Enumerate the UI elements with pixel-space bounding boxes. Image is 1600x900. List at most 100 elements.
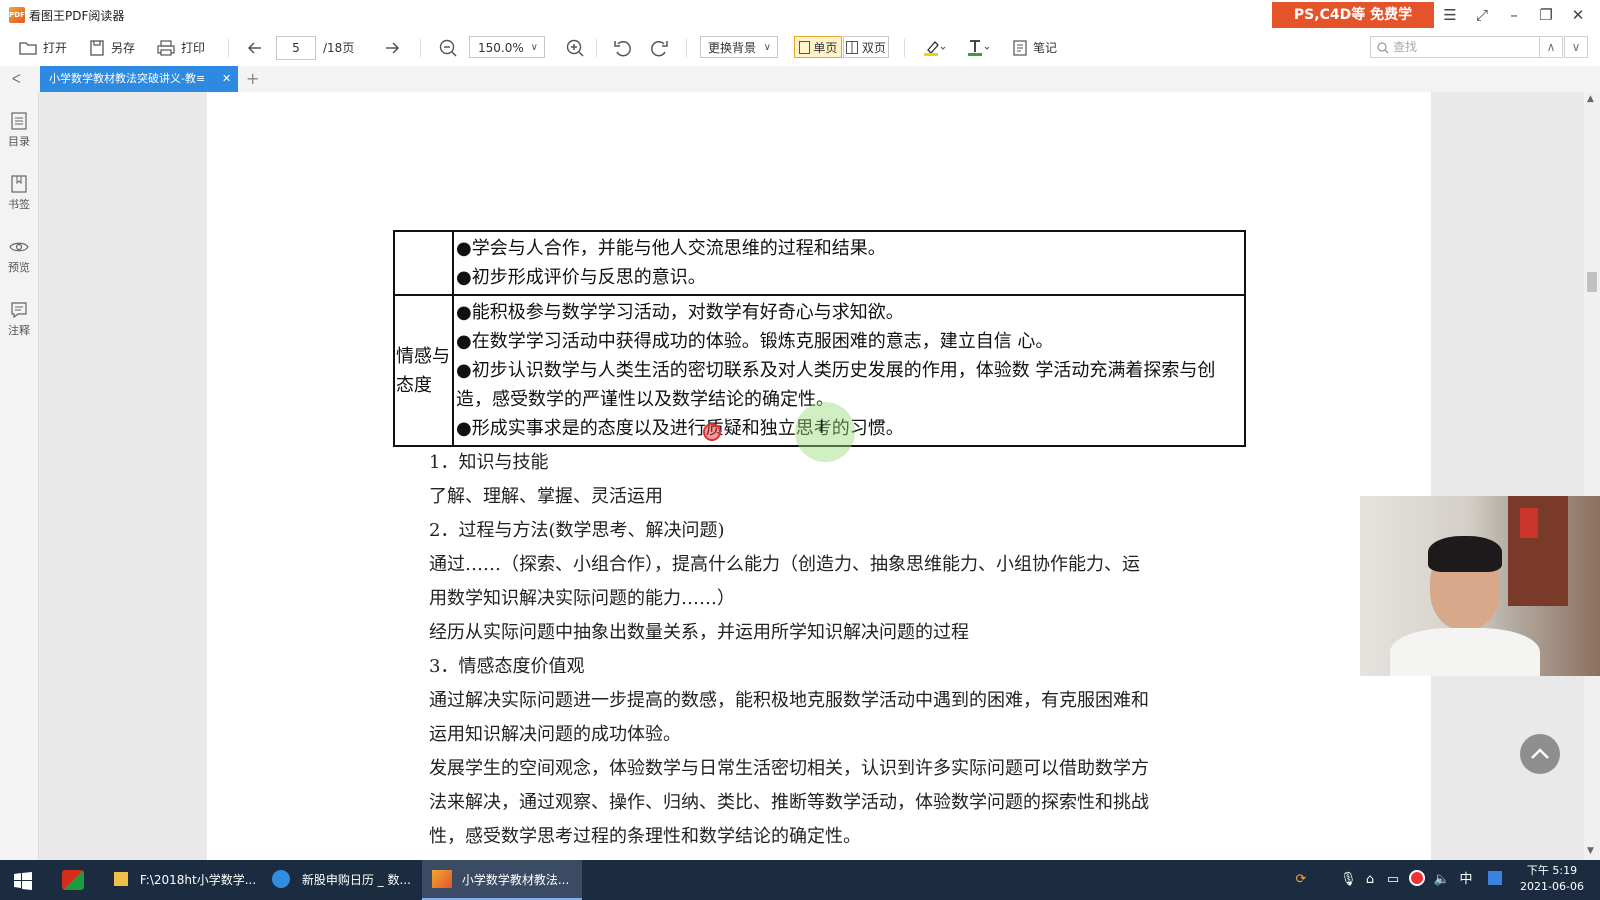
scroll-thumb[interactable] (1587, 272, 1597, 292)
new-tab-icon[interactable]: + (246, 66, 259, 92)
open-button[interactable]: 打开 (18, 36, 67, 60)
tab-document[interactable]: 小学数学教材教法突破讲义-教≡ (40, 66, 238, 92)
taskbar: F:\2018ht小学数学... 新股申购日历 _ 数... 小学数学教材教法.… (0, 860, 1600, 900)
browser-icon (272, 870, 290, 888)
double-page-view-button[interactable]: 双页 (843, 36, 889, 58)
highlight-button[interactable] (922, 36, 946, 60)
chevron-down-icon: ∨ (530, 42, 538, 53)
paragraph: 了解、理解、掌握、灵活运用 (429, 486, 663, 507)
divider (228, 39, 229, 57)
search-icon (1377, 42, 1389, 54)
double-page-icon (846, 41, 859, 54)
table-row: ●学会与人合作，并能与他人交流思维的过程和结果。 ●初步形成评价与反思的意识。 (393, 230, 1246, 296)
paragraph: 法来解决，通过观察、操作、归纳、类比、推断等数学活动，体验数学问题的探索性和挑战 (429, 792, 1149, 813)
network-icon[interactable]: ▭ (1384, 860, 1402, 900)
paragraph: 通过……（探索、小组合作），提高什么能力（创造力、抽象思维能力、小组协作能力、运 (429, 554, 1140, 575)
tray-app-icon[interactable]: ⟳ (1292, 860, 1310, 900)
print-button[interactable]: 打印 (156, 36, 205, 60)
zoom-in-button[interactable] (565, 36, 585, 60)
double-page-label: 双页 (861, 41, 886, 55)
taskbar-item-browser[interactable]: 新股申购日历 _ 数... (264, 860, 411, 900)
background-select[interactable]: 更换背景 ∨ (700, 36, 778, 58)
minimize-icon[interactable]: – (1502, 4, 1526, 26)
rotate-left-button[interactable] (612, 36, 634, 60)
note-label: 笔记 (1033, 41, 1058, 55)
bullet-line: ●学会与人合作，并能与他人交流思维的过程和结果。 (456, 238, 886, 259)
bullet-line: ●初步形成评价与反思的意识。 (456, 267, 706, 288)
taskbar-item-label: 新股申购日历 _ 数... (301, 873, 411, 887)
sidebar-item-label: 目录 (8, 135, 30, 148)
windows-icon (14, 872, 32, 890)
body-text: 1．知识与技能 了解、理解、掌握、灵活运用 2．过程与方法(数学思考、解决问题)… (429, 446, 1229, 854)
divider (420, 39, 421, 57)
sidebar-item-toc[interactable]: 目录 (0, 112, 38, 149)
volume-icon[interactable]: 🔈 (1432, 860, 1452, 900)
scroll-down-icon[interactable]: ▼ (1587, 846, 1594, 856)
search-field[interactable]: 查找 (1370, 36, 1540, 58)
cursor-highlight (795, 402, 855, 462)
rotate-left-icon (614, 40, 631, 57)
sidebar-item-bookmarks[interactable]: 书签 (0, 175, 38, 212)
taskbar-item-label: F:\2018ht小学数学... (139, 873, 257, 887)
zoom-out-button[interactable] (438, 36, 458, 60)
start-button[interactable] (14, 872, 32, 890)
note-button[interactable]: 笔记 (1012, 36, 1057, 60)
paragraph: 2．过程与方法(数学思考、解决问题) (429, 520, 725, 541)
input-method-icon[interactable] (1486, 860, 1504, 900)
left-sidebar: 目录 书签 预览 注释 (0, 92, 39, 860)
tab-label: 小学数学教材教法突破讲义-教≡ (49, 72, 206, 85)
total-pages: /18页 (323, 41, 355, 55)
print-label: 打印 (181, 41, 206, 55)
sidebar-item-preview[interactable]: 预览 (0, 238, 38, 275)
text-tool-button[interactable] (966, 36, 990, 60)
page-number-input[interactable]: 5 (276, 36, 316, 60)
close-icon[interactable]: ✕ (1566, 4, 1590, 26)
pdf-page: ●学会与人合作，并能与他人交流思维的过程和结果。 ●初步形成评价与反思的意识。 … (207, 92, 1431, 860)
ime-logo (1488, 871, 1502, 885)
back-to-top-button[interactable] (1520, 734, 1560, 774)
single-page-view-button[interactable]: 单页 (794, 36, 842, 58)
zoom-value: 150.0% (478, 41, 524, 55)
rotate-right-button[interactable] (648, 36, 670, 60)
ime-indicator[interactable]: 中 (1458, 860, 1474, 900)
save-icon (90, 40, 104, 56)
single-page-label: 单页 (813, 41, 838, 55)
zoom-select[interactable]: 150.0% ∨ (469, 36, 545, 58)
taskbar-item-explorer[interactable]: F:\2018ht小学数学... (106, 860, 256, 900)
microphone-icon[interactable]: 🎙 (1340, 860, 1357, 900)
usb-icon[interactable]: ⌂ (1362, 860, 1378, 900)
tab-close-icon[interactable]: ✕ (222, 66, 231, 92)
sidebar-item-label: 注释 (8, 324, 30, 337)
sidebar-item-label: 书签 (8, 198, 30, 211)
taskbar-app-icon[interactable] (62, 870, 84, 890)
ad-banner[interactable]: PS,C4D等 免费学 (1272, 2, 1434, 28)
arrow-right-icon (386, 42, 400, 54)
clock[interactable]: 下午 5:19 2021-06-06 (1512, 863, 1592, 895)
scroll-up-icon[interactable]: ▲ (1587, 94, 1594, 104)
bullet-line: ●能积极参与数学学习活动，对数学有好奇心与求知欲。 (456, 302, 904, 323)
text-icon (968, 40, 990, 56)
search-next-button[interactable]: ∨ (1564, 36, 1588, 58)
app-logo: PDF (9, 7, 25, 23)
tab-bar: ᐸ 小学数学教材教法突破讲义-教≡ ✕ + (0, 66, 1600, 93)
highlighter-icon (924, 41, 946, 56)
menu-icon[interactable]: ☰ (1438, 4, 1462, 26)
taskbar-item-pdf-reader[interactable]: 小学数学教材教法... (422, 860, 582, 900)
record-icon[interactable] (1408, 860, 1426, 900)
collapse-sidebar-icon[interactable]: ᐸ (12, 66, 21, 92)
record-dot (1409, 870, 1425, 886)
sidebar-item-annotations[interactable]: 注释 (0, 301, 38, 338)
fullscreen-icon[interactable]: ⤢ (1470, 4, 1494, 26)
restore-icon[interactable]: ❐ (1534, 4, 1558, 26)
save-as-button[interactable]: 另存 (88, 36, 135, 60)
click-indicator (703, 423, 721, 441)
paragraph: 3．情感态度价值观 (429, 656, 585, 677)
vertical-scrollbar[interactable]: ▲ ▼ (1584, 92, 1600, 860)
chevron-down-icon: ∨ (1571, 40, 1581, 54)
search-prev-button[interactable]: ∧ (1539, 36, 1563, 58)
next-page-button[interactable] (383, 36, 401, 60)
chevron-down-icon: ∨ (763, 42, 771, 53)
prev-page-button[interactable] (246, 36, 264, 60)
list-icon (11, 112, 27, 130)
document-viewport[interactable]: ●学会与人合作，并能与他人交流思维的过程和结果。 ●初步形成评价与反思的意识。 … (39, 92, 1584, 860)
